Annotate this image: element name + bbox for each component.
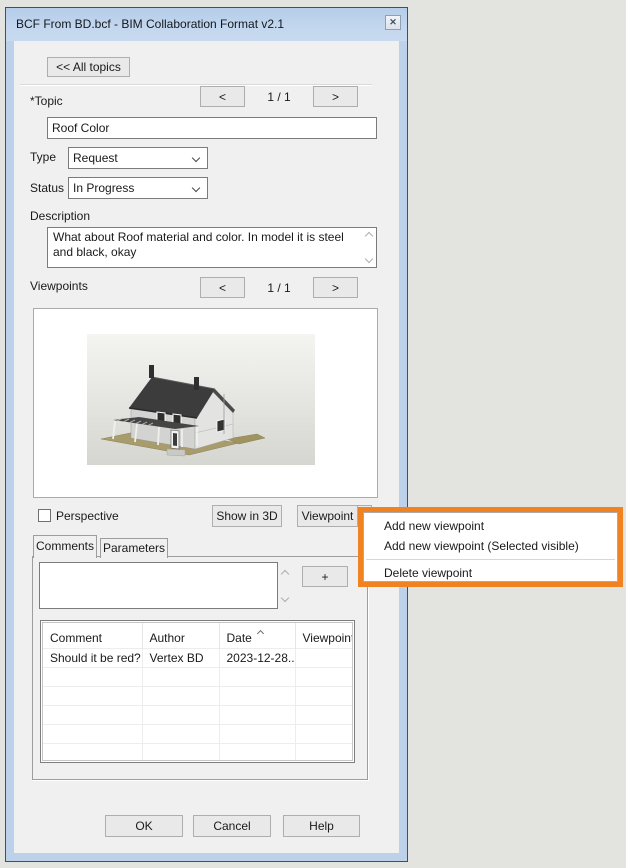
description-label: Description [30,209,90,223]
viewpoint-next-button[interactable]: > [313,277,358,298]
cell-comment: Should it be red? [43,648,142,667]
all-topics-button[interactable]: << All topics [47,57,130,77]
house-render [87,334,315,465]
status-value: In Progress [73,181,134,195]
table-row-empty [43,667,352,686]
table-header-row[interactable]: Comment Author Date Viewpoint [43,623,352,648]
tab-parameters-label: Parameters [103,541,165,555]
dialog-body: << All topics *Topic < 1 / 1 > Roof Colo… [14,41,399,853]
description-textarea[interactable]: What about Roof material and color. In m… [47,227,377,268]
cell-viewpoint [295,648,352,667]
perspective-checkbox[interactable] [38,509,51,522]
tab-parameters[interactable]: Parameters [100,538,168,558]
topic-prev-button[interactable]: < [200,86,245,107]
desktop-background: BCF From BD.bcf - BIM Collaboration Form… [0,0,626,868]
viewpoint-prev-button[interactable]: < [200,277,245,298]
viewpoint-thumbnail [87,334,315,465]
show-in-3d-button[interactable]: Show in 3D [212,505,282,527]
tab-comments[interactable]: Comments [33,535,97,558]
viewpoint-page-counter: 1 / 1 [248,281,310,295]
status-select[interactable]: In Progress [68,177,208,199]
comments-table-frame: Comment Author Date Viewpoint Should it … [40,620,355,763]
menu-separator [366,559,615,560]
topic-next-button[interactable]: > [313,86,358,107]
status-label: Status [30,181,64,195]
help-button[interactable]: Help [283,815,360,837]
ok-button[interactable]: OK [105,815,183,837]
table-row[interactable]: Should it be red? Vertex BD 2023-12-28..… [43,648,352,667]
comments-tab-page: + Comment Author Date [32,556,368,780]
comments-table[interactable]: Comment Author Date Viewpoint Should it … [42,622,353,761]
perspective-label: Perspective [56,509,119,523]
viewpoint-button-label: Viewpoint [298,506,357,526]
topic-page-counter: 1 / 1 [248,90,310,104]
table-row-empty [43,743,352,761]
new-comment-input[interactable] [39,562,278,609]
col-header-date[interactable]: Date [219,623,295,648]
tab-comments-label: Comments [36,539,94,553]
cell-date: 2023-12-28... [219,648,295,667]
table-row-empty [43,686,352,705]
table-row-empty [43,724,352,743]
menu-item-add-viewpoint-selected[interactable]: Add new viewpoint (Selected visible) [364,536,617,556]
bcf-dialog: BCF From BD.bcf - BIM Collaboration Form… [5,7,408,862]
table-row-empty [43,705,352,724]
col-header-viewpoint[interactable]: Viewpoint [295,623,352,648]
topic-input[interactable]: Roof Color [47,117,377,139]
col-header-comment[interactable]: Comment [43,623,142,648]
type-label: Type [30,150,56,164]
spinner-up-icon[interactable] [281,570,289,578]
scroll-down-icon[interactable] [365,255,373,263]
spinner-down-icon[interactable] [281,594,289,602]
cell-author: Vertex BD [142,648,219,667]
menu-item-delete-viewpoint[interactable]: Delete viewpoint [364,563,617,583]
highlight-annotation: Add new viewpoint Add new viewpoint (Sel… [358,507,623,587]
cancel-button[interactable]: Cancel [193,815,271,837]
viewpoint-preview-frame [33,308,378,498]
add-comment-button[interactable]: + [302,566,348,587]
viewpoint-context-menu: Add new viewpoint Add new viewpoint (Sel… [363,512,618,582]
type-select[interactable]: Request [68,147,208,169]
scroll-up-icon[interactable] [365,232,373,240]
description-text: What about Roof material and color. In m… [53,230,344,259]
close-icon[interactable]: ✕ [385,15,401,30]
chevron-down-icon [192,154,200,162]
dialog-title: BCF From BD.bcf - BIM Collaboration Form… [16,8,284,41]
chevron-down-icon [192,184,200,192]
col-header-author[interactable]: Author [142,623,219,648]
viewpoints-label: Viewpoints [30,279,88,293]
menu-item-add-viewpoint[interactable]: Add new viewpoint [364,516,617,536]
sort-ascending-icon [258,625,263,639]
topic-label: *Topic [30,94,63,108]
title-bar[interactable]: BCF From BD.bcf - BIM Collaboration Form… [6,8,407,41]
type-value: Request [73,151,118,165]
